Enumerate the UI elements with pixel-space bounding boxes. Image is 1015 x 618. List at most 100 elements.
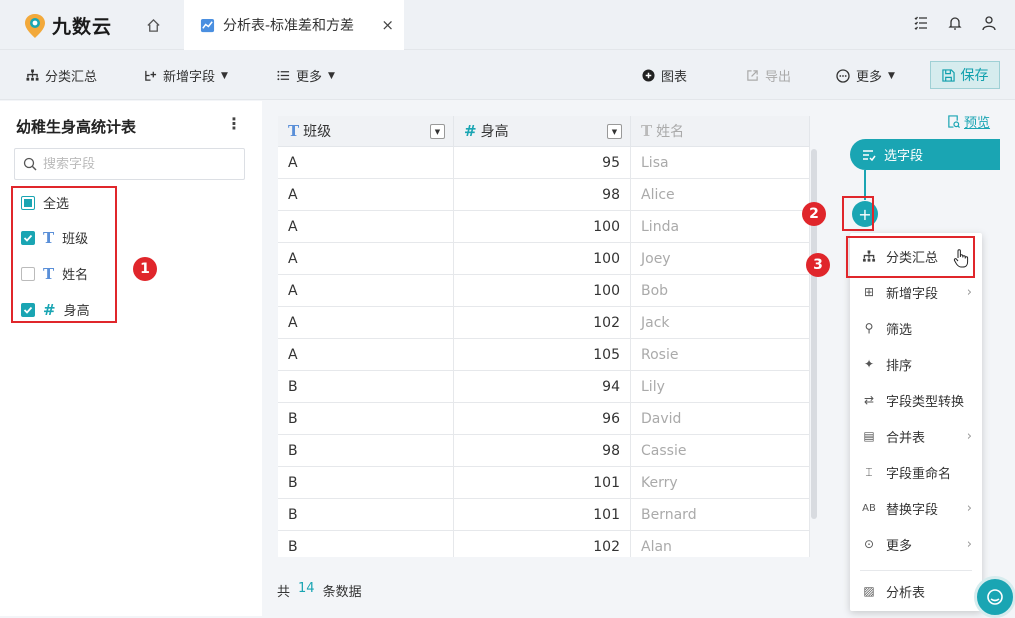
save-button[interactable]: 保存 [930,61,1000,89]
step-label: 选字段 [884,149,924,164]
step-select-fields[interactable]: 选字段 [850,139,1000,170]
document-tab[interactable]: 分析表-标准差和方差 × [184,0,404,50]
search-input[interactable] [43,156,233,172]
table-row[interactable]: A 95 Lisa [278,147,810,179]
menu-item-label: 分析表 [886,585,926,601]
select-fields-icon [863,149,876,161]
table-body: A 95 Lisa A 98 Alice A 100 Linda A 100 Joey A 100 Bob A… [278,147,810,557]
field-search[interactable] [14,148,245,180]
annotation-box-3 [846,236,975,278]
menu-item-filter[interactable]: ⚲ 筛选 [850,310,982,346]
menu-item-rename[interactable]: ⌶ 字段重命名 [850,454,982,490]
kebab-menu-icon[interactable]: ⋮ [226,114,242,133]
logo-icon [25,13,45,38]
table-cell: 102 [454,531,631,557]
save-icon [941,68,955,82]
plus-circle-icon [642,69,655,82]
list-icon [277,70,290,81]
table-cell: 96 [454,403,631,434]
column-header-label: 班级 [303,124,332,140]
toolbar: 分类汇总 新增字段 ▼ 更多 ▼ 图表 导出 更多 ▼ [0,50,1015,100]
table-cell: 100 [454,243,631,274]
sort-icon: ✦ [863,357,875,371]
caret-down-icon: ▼ [328,70,335,81]
table-row[interactable]: B 98 Cassie [278,435,810,467]
app-name: 九数云 [52,16,113,38]
row-count: 共 14 条数据 [277,581,362,600]
menu-item-label: 字段重命名 [886,466,952,482]
table-row[interactable]: A 102 Jack [278,307,810,339]
table-row[interactable]: A 98 Alice [278,179,810,211]
table-cell: B [278,403,454,434]
column-header-height[interactable]: # 身高 ▼ [454,116,631,146]
group-summary-button[interactable]: 分类汇总 [26,66,97,85]
column-dropdown-icon[interactable]: ▼ [430,124,445,139]
menu-item-type-convert[interactable]: ⇄ 字段类型转换 [850,382,982,418]
menu-item-add-field[interactable]: ⊞ 新增字段 › [850,274,982,310]
chat-support-button[interactable] [974,576,1015,618]
menu-item-label: 字段类型转换 [886,394,965,410]
table-row[interactable]: A 105 Rosie [278,339,810,371]
home-tab[interactable] [128,0,178,50]
table-cell: Jack [631,307,810,338]
table-cell: A [278,211,454,242]
document-tab-label: 分析表-标准差和方差 [223,18,355,34]
row-count-prefix: 共 [277,585,291,600]
table-cell: B [278,467,454,498]
column-header-label: 身高 [480,124,509,140]
table-cell: A [278,339,454,370]
table-row[interactable]: B 94 Lily [278,371,810,403]
table-row[interactable]: B 102 Alan [278,531,810,557]
table-row[interactable]: A 100 Bob [278,275,810,307]
table-row[interactable]: A 100 Joey [278,243,810,275]
table-row[interactable]: B 101 Kerry [278,467,810,499]
close-tab-icon[interactable]: × [381,16,394,34]
menu-item-sort[interactable]: ✦ 排序 [850,346,982,382]
chart-button[interactable]: 图表 [642,66,687,85]
column-header-class[interactable]: T 班级 ▼ [278,116,454,146]
table-cell: B [278,531,454,557]
menu-item-more[interactable]: ⊙ 更多 › [850,526,982,562]
table-cell: 101 [454,467,631,498]
text-type-icon: T [641,122,653,140]
table-cell: Lily [631,371,810,402]
field-panel: 幼稚生身高统计表 ⋮ 全选 T 班级 T 姓名 # 身高 [0,101,262,616]
add-step-menu: 分类汇总 ⊞ 新增字段 › ⚲ 筛选 ✦ 排序 ⇄ 字段类型转换 ▤ 合并表 ›… [850,233,982,611]
list-icon[interactable] [913,15,929,31]
row-count-suffix: 条数据 [322,585,362,600]
menu-item-analysis-table[interactable]: ▨ 分析表 [850,573,982,609]
table-row[interactable]: A 100 Linda [278,211,810,243]
add-field-button[interactable]: 新增字段 ▼ [144,66,228,85]
menu-item-label: 合并表 [886,430,926,446]
more2-menu-button[interactable]: 更多 ▼ [836,66,895,85]
preview-icon [948,115,960,128]
column-dropdown-icon[interactable]: ▼ [607,124,622,139]
export-label: 导出 [765,70,792,85]
bell-icon[interactable] [947,15,963,31]
table-cell: B [278,499,454,530]
caret-down-icon: ▼ [221,70,228,81]
table-cell: 95 [454,147,631,178]
menu-item-merge[interactable]: ▤ 合并表 › [850,418,982,454]
app-logo[interactable]: 九数云 [24,12,112,39]
merge-icon: ▤ [863,429,875,443]
more2-menu-label: 更多 [856,70,883,85]
user-icon[interactable] [981,15,997,31]
home-icon [146,18,160,32]
table-cell: Alan [631,531,810,557]
chevron-right-icon: › [966,536,972,552]
table-row[interactable]: B 101 Bernard [278,499,810,531]
preview-link[interactable]: 预览 [947,112,990,131]
table-cell: B [278,371,454,402]
chevron-right-icon: › [966,428,972,444]
chart-label: 图表 [661,70,688,85]
row-count-number: 14 [298,581,315,596]
more-menu-button[interactable]: 更多 ▼ [277,66,335,85]
menu-item-replace[interactable]: AB 替换字段 › [850,490,982,526]
export-button[interactable]: 导出 [746,66,791,85]
column-header-label: 姓名 [656,124,685,140]
column-header-name[interactable]: T 姓名 [631,116,810,146]
annotation-badge-1: 1 [133,257,157,281]
data-table-area: T 班级 ▼ # 身高 ▼ T 姓名 A 95 Lisa A 98 Alice A 100 Li… [262,101,828,616]
table-row[interactable]: B 96 David [278,403,810,435]
